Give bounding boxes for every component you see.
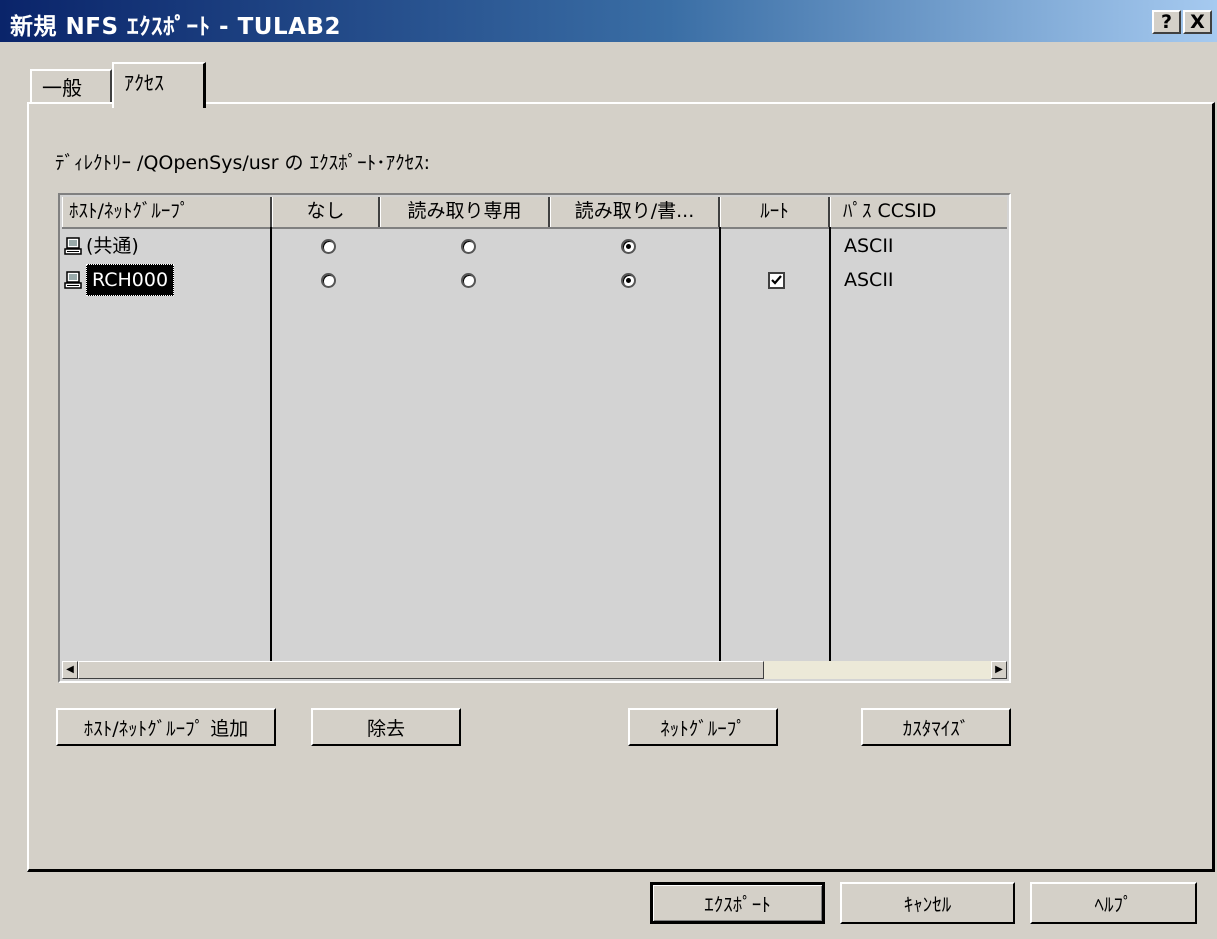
tab-access[interactable]: ｱｸｾｽ [112,62,206,108]
add-host-button[interactable]: ﾎｽﾄ/ﾈｯﾄｸﾞﾙｰﾌﾟ 追加 [56,708,276,746]
arrow-left-icon[interactable]: ◀ [62,661,78,679]
access-read-only-radio[interactable] [461,273,476,288]
netgroup-button[interactable]: ﾈｯﾄｸﾞﾙｰﾌﾟ [628,708,778,746]
horizontal-scrollbar[interactable]: ◀ ▶ [62,661,1007,679]
access-read-write-radio[interactable] [621,239,636,254]
column-root[interactable]: ﾙｰﾄ [720,197,830,227]
table-row[interactable]: (共通) ASCII [62,229,1007,263]
arrow-right-icon[interactable]: ▶ [991,661,1007,679]
column-read-write[interactable]: 読み取り/書... [550,197,720,227]
window-title: 新規 NFS ｴｸｽﾎﾟｰﾄ - TULAB2 [10,14,341,40]
cancel-button[interactable]: ｷｬﾝｾﾙ [840,882,1015,924]
computer-icon [64,271,82,289]
help-title-button[interactable]: ? [1152,10,1181,34]
root-checkbox[interactable] [768,272,785,289]
access-read-only-radio[interactable] [461,239,476,254]
access-read-write-radio[interactable] [621,273,636,288]
customize-button[interactable]: ｶｽﾀﾏｲｽﾞ [861,708,1011,746]
host-name-selected: RCH000 [86,263,175,297]
ccsid-value: ASCII [844,269,894,291]
help-button[interactable]: ﾍﾙﾌﾟ [1030,882,1197,924]
remove-button[interactable]: 除去 [311,708,461,746]
column-host[interactable]: ﾎｽﾄ/ﾈｯﾄｸﾞﾙｰﾌﾟ [62,197,272,227]
ccsid-value: ASCII [844,235,894,257]
list-header: ﾎｽﾄ/ﾈｯﾄｸﾞﾙｰﾌﾟ なし 読み取り専用 読み取り/書... ﾙｰﾄ ﾊﾟ… [62,197,1007,229]
title-bar[interactable]: 新規 NFS ｴｸｽﾎﾟｰﾄ - TULAB2 ? X [0,0,1217,42]
export-button[interactable]: ｴｸｽﾎﾟｰﾄ [650,882,825,924]
column-read-only[interactable]: 読み取り専用 [380,197,550,227]
access-list[interactable]: ﾎｽﾄ/ﾈｯﾄｸﾞﾙｰﾌﾟ なし 読み取り専用 読み取り/書... ﾙｰﾄ ﾊﾟ… [58,193,1011,683]
computer-icon [64,237,82,255]
access-none-radio[interactable] [321,273,336,288]
column-path-ccsid[interactable]: ﾊﾟｽ CCSID [830,197,1007,227]
close-button[interactable]: X [1183,10,1212,34]
directory-label: ﾃﾞｨﾚｸﾄﾘｰ /QOpenSys/usr の ｴｸｽﾎﾟｰﾄ･ｱｸｾｽ: [55,152,430,174]
access-none-radio[interactable] [321,239,336,254]
table-row[interactable]: RCH000 ASCII [62,263,1007,297]
scroll-thumb[interactable] [78,661,764,679]
column-none[interactable]: なし [272,197,380,227]
tab-general[interactable]: 一般 [30,69,112,104]
host-name: (共通) [86,235,139,257]
